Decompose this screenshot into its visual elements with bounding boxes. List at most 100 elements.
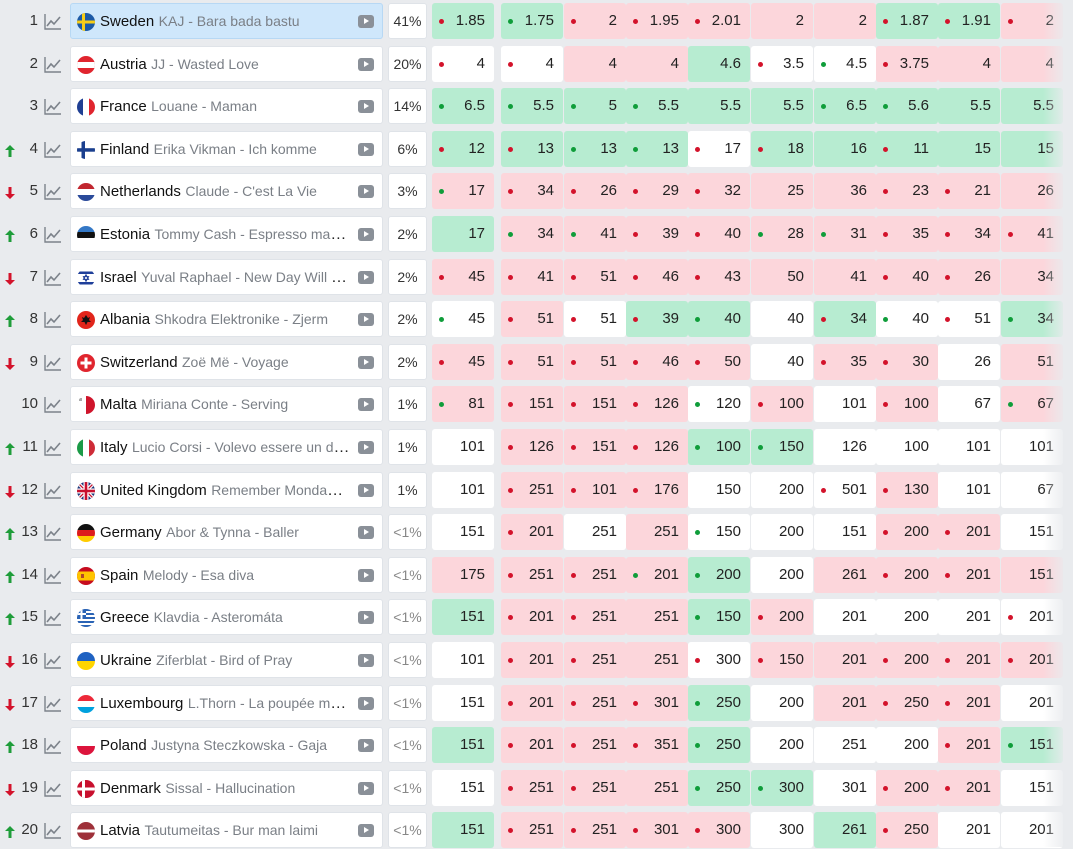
- odds-cell[interactable]: 41: [501, 258, 563, 295]
- odds-cell[interactable]: 201: [1001, 642, 1063, 678]
- odds-cell[interactable]: 1.95: [626, 3, 688, 39]
- odds-cell[interactable]: 176: [626, 471, 688, 508]
- odds-cell[interactable]: 251: [626, 599, 688, 636]
- odds-cell[interactable]: 26: [938, 258, 1000, 295]
- country-entry[interactable]: United Kingdom Remember Monday - What Th…: [70, 471, 383, 508]
- play-video-icon[interactable]: [358, 142, 374, 156]
- odds-cell[interactable]: 130: [876, 471, 938, 508]
- odds-cell[interactable]: 4: [938, 45, 1000, 82]
- odds-cell[interactable]: 26: [564, 173, 626, 210]
- odds-cell[interactable]: 4: [1001, 45, 1063, 82]
- odds-cell[interactable]: 41: [814, 258, 876, 295]
- odds-cell[interactable]: 46: [626, 258, 688, 295]
- odds-cell[interactable]: 151: [432, 727, 494, 764]
- odds-cell[interactable]: 13: [564, 130, 626, 167]
- odds-cell[interactable]: 81: [432, 386, 494, 423]
- odds-cell[interactable]: 45: [432, 343, 494, 380]
- play-video-icon[interactable]: [358, 654, 374, 667]
- odds-cell[interactable]: 45: [432, 258, 494, 295]
- odds-cell[interactable]: 51: [564, 258, 626, 295]
- odds-cell[interactable]: 251: [564, 599, 626, 636]
- odds-cell[interactable]: 300: [688, 812, 750, 849]
- odds-cell[interactable]: 101: [432, 642, 494, 678]
- odds-cell[interactable]: 15: [938, 130, 1000, 167]
- odds-cell[interactable]: 5.5: [688, 88, 750, 125]
- odds-cell[interactable]: 16: [814, 130, 876, 167]
- odds-cell[interactable]: 5.5: [626, 88, 688, 125]
- odds-cell[interactable]: 30: [876, 343, 938, 380]
- odds-cell[interactable]: 251: [564, 812, 626, 849]
- odds-cell[interactable]: 34: [501, 173, 563, 210]
- odds-cell[interactable]: 34: [501, 216, 563, 252]
- odds-cell[interactable]: 200: [751, 514, 813, 551]
- odds-cell[interactable]: 151: [1001, 727, 1063, 764]
- odds-cell[interactable]: 4: [501, 45, 563, 82]
- odds-cell[interactable]: 32: [688, 173, 750, 210]
- odds-cell[interactable]: 17: [432, 216, 494, 252]
- odds-cell[interactable]: 15: [1001, 130, 1063, 167]
- odds-cell[interactable]: 300: [688, 642, 750, 678]
- odds-cell[interactable]: 300: [751, 812, 813, 849]
- odds-cell[interactable]: 26: [1001, 173, 1063, 210]
- odds-cell[interactable]: 201: [938, 812, 1000, 849]
- play-video-icon[interactable]: [358, 483, 374, 497]
- odds-cell[interactable]: 300: [751, 769, 813, 806]
- odds-cell[interactable]: 2: [814, 3, 876, 39]
- play-video-icon[interactable]: [358, 611, 374, 625]
- country-entry[interactable]: Malta Miriana Conte - Serving: [70, 386, 383, 423]
- country-entry[interactable]: Greece Klavdia - Asteromáta: [70, 599, 383, 636]
- odds-cell[interactable]: 28: [751, 216, 813, 252]
- odds-cell[interactable]: 40: [876, 301, 938, 338]
- odds-cell[interactable]: 1.87: [876, 3, 938, 39]
- odds-cell[interactable]: 50: [688, 343, 750, 380]
- odds-cell[interactable]: 4.6: [688, 45, 750, 82]
- odds-cell[interactable]: 51: [1001, 343, 1063, 380]
- country-entry[interactable]: Estonia Tommy Cash - Espresso macchiato: [70, 216, 383, 252]
- odds-cell[interactable]: 200: [751, 556, 813, 593]
- odds-cell[interactable]: 250: [688, 769, 750, 806]
- odds-cell[interactable]: 200: [876, 556, 938, 593]
- odds-cell[interactable]: 201: [501, 599, 563, 636]
- odds-cell[interactable]: 151: [564, 429, 626, 465]
- odds-cell[interactable]: 251: [501, 471, 563, 508]
- odds-cell[interactable]: 29: [626, 173, 688, 210]
- odds-cell[interactable]: 126: [626, 386, 688, 423]
- odds-cell[interactable]: 51: [501, 301, 563, 338]
- odds-cell[interactable]: 151: [1001, 514, 1063, 551]
- odds-cell[interactable]: 151: [432, 514, 494, 551]
- odds-cell[interactable]: 261: [814, 812, 876, 849]
- odds-cell[interactable]: 46: [626, 343, 688, 380]
- odds-cell[interactable]: 2.01: [688, 3, 750, 39]
- chart-icon[interactable]: [44, 227, 62, 243]
- play-video-icon[interactable]: [358, 441, 374, 454]
- chart-icon[interactable]: [44, 56, 62, 73]
- country-entry[interactable]: Israel Yuval Raphael - New Day Will Rise: [70, 258, 383, 295]
- chart-icon[interactable]: [44, 141, 62, 158]
- odds-cell[interactable]: 201: [501, 514, 563, 551]
- play-video-icon[interactable]: [358, 696, 374, 710]
- odds-cell[interactable]: 150: [688, 599, 750, 636]
- odds-cell[interactable]: 151: [564, 386, 626, 423]
- odds-cell[interactable]: 151: [432, 769, 494, 806]
- odds-cell[interactable]: 100: [876, 429, 938, 465]
- country-entry[interactable]: France Louane - Maman: [70, 88, 383, 125]
- odds-cell[interactable]: 201: [814, 642, 876, 678]
- odds-cell[interactable]: 36: [814, 173, 876, 210]
- odds-cell[interactable]: 301: [814, 769, 876, 806]
- chart-icon[interactable]: [44, 312, 62, 328]
- play-video-icon[interactable]: [358, 355, 374, 369]
- odds-cell[interactable]: 250: [876, 684, 938, 721]
- odds-cell[interactable]: 201: [938, 642, 1000, 678]
- odds-cell[interactable]: 251: [501, 812, 563, 849]
- odds-cell[interactable]: 200: [751, 599, 813, 636]
- odds-cell[interactable]: 151: [501, 386, 563, 423]
- country-entry[interactable]: Albania Shkodra Elektronike - Zjerm: [70, 301, 383, 338]
- odds-cell[interactable]: 1.75: [501, 3, 563, 39]
- odds-cell[interactable]: 2: [564, 3, 626, 39]
- odds-cell[interactable]: 50: [751, 258, 813, 295]
- play-video-icon[interactable]: [358, 739, 374, 753]
- odds-cell[interactable]: 17: [688, 130, 750, 167]
- odds-cell[interactable]: 251: [564, 514, 626, 551]
- odds-cell[interactable]: 5: [564, 88, 626, 125]
- odds-cell[interactable]: 13: [626, 130, 688, 167]
